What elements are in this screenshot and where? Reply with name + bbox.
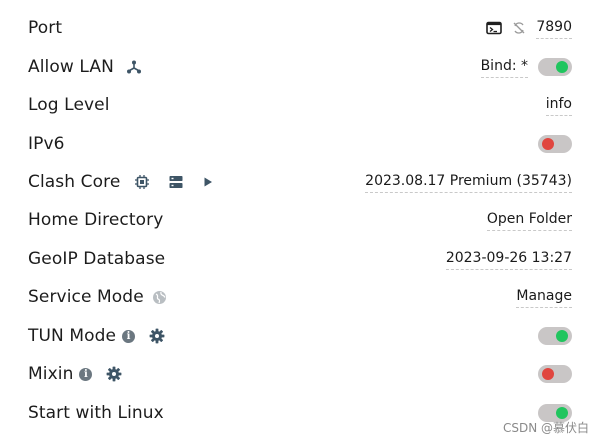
proxy-refresh-icon[interactable] bbox=[512, 21, 526, 35]
gear-icon[interactable] bbox=[149, 328, 165, 344]
toggle-knob bbox=[542, 368, 554, 380]
service-mode-label: Service Mode bbox=[28, 287, 144, 307]
bind-address-value[interactable]: Bind: * bbox=[480, 57, 528, 78]
setting-row-clash-core: Clash Core 2023.08.17 Premium (35743) bbox=[28, 168, 572, 196]
network-icon[interactable] bbox=[126, 59, 142, 75]
ipv6-toggle[interactable] bbox=[538, 135, 572, 153]
setting-row-geoip: GeoIP Database 2023-09-26 13:27 bbox=[28, 245, 572, 273]
allow-lan-toggle[interactable] bbox=[538, 58, 572, 76]
setting-row-home-directory: Home Directory Open Folder bbox=[28, 206, 572, 234]
ipv6-label: IPv6 bbox=[28, 134, 65, 154]
setting-row-ipv6: IPv6 bbox=[28, 130, 572, 158]
port-value[interactable]: 7890 bbox=[536, 18, 572, 39]
clash-core-version[interactable]: 2023.08.17 Premium (35743) bbox=[365, 172, 572, 193]
play-icon[interactable] bbox=[202, 176, 214, 188]
log-level-value[interactable]: info bbox=[545, 95, 572, 116]
info-icon[interactable]: i bbox=[79, 367, 93, 381]
home-directory-label: Home Directory bbox=[28, 210, 164, 230]
open-folder-link[interactable]: Open Folder bbox=[486, 210, 572, 231]
toggle-knob bbox=[556, 407, 568, 419]
chip-icon[interactable] bbox=[134, 174, 150, 190]
port-label: Port bbox=[28, 18, 63, 38]
mixin-label: Mixin bbox=[28, 364, 74, 384]
setting-row-tun-mode: TUN Mode i bbox=[28, 322, 572, 350]
info-icon[interactable]: i bbox=[122, 329, 136, 343]
server-icon[interactable] bbox=[168, 174, 184, 190]
setting-row-log-level: Log Level info bbox=[28, 91, 572, 119]
gear-icon[interactable] bbox=[106, 366, 122, 382]
geoip-label: GeoIP Database bbox=[28, 249, 166, 269]
setting-row-port: Port 7890 bbox=[28, 14, 572, 42]
geoip-update-value[interactable]: 2023-09-26 13:27 bbox=[445, 249, 572, 270]
tun-mode-label: TUN Mode bbox=[28, 326, 117, 346]
globe-icon bbox=[152, 290, 167, 305]
start-with-linux-label: Start with Linux bbox=[28, 403, 164, 423]
csdn-watermark: CSDN @慕伏白 bbox=[502, 421, 589, 435]
mixin-toggle[interactable] bbox=[538, 365, 572, 383]
setting-row-mixin: Mixin i bbox=[28, 360, 572, 388]
allow-lan-label: Allow LAN bbox=[28, 57, 114, 77]
terminal-icon[interactable] bbox=[486, 21, 503, 35]
log-level-label: Log Level bbox=[28, 95, 110, 115]
setting-row-start-with-linux: Start with Linux bbox=[28, 399, 572, 427]
setting-row-allow-lan: Allow LAN Bind: * bbox=[28, 53, 572, 81]
setting-row-service-mode: Service Mode Manage bbox=[28, 283, 572, 311]
toggle-knob bbox=[556, 61, 568, 73]
clash-core-label: Clash Core bbox=[28, 172, 121, 192]
tun-mode-toggle[interactable] bbox=[538, 327, 572, 345]
toggle-knob bbox=[542, 138, 554, 150]
toggle-knob bbox=[556, 330, 568, 342]
service-mode-manage-link[interactable]: Manage bbox=[516, 287, 572, 308]
